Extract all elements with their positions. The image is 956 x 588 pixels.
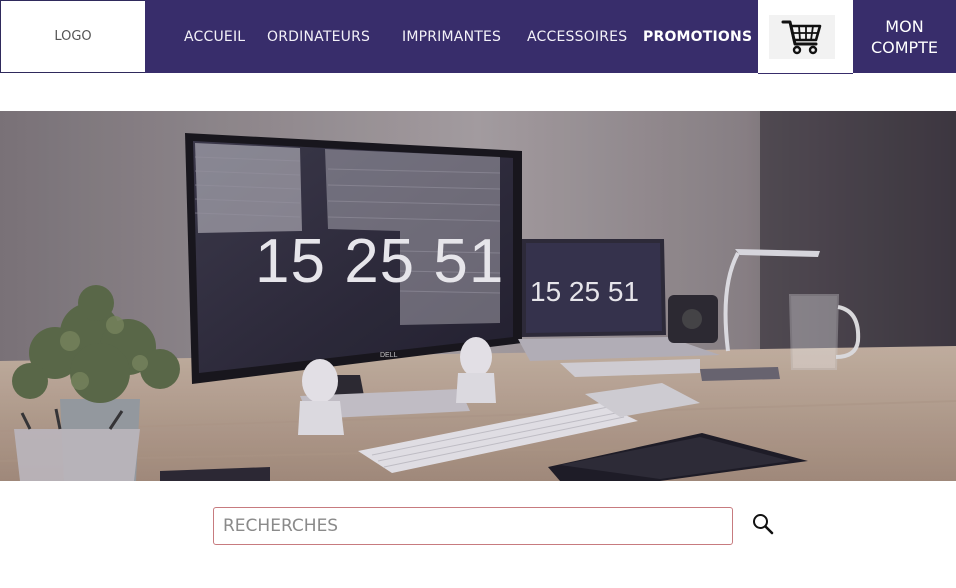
nav-item-accueil[interactable]: ACCUEIL <box>184 0 245 73</box>
search-box <box>213 507 733 545</box>
account-label-line1: MON <box>885 16 924 36</box>
search-icon <box>753 514 774 535</box>
search-button[interactable] <box>740 500 786 548</box>
hero-desk-image: 15 25 51 DELL 15 25 51 <box>0 111 956 481</box>
account-button[interactable]: MON COMPTE <box>853 0 956 73</box>
nav-item-promotions[interactable]: PROMOTIONS <box>643 0 752 73</box>
site-header: LOGO ACCUEIL ORDINATEURS IMPRIMANTES ACC… <box>0 0 956 74</box>
hero-banner: 15 25 51 DELL 15 25 51 <box>0 111 956 481</box>
nav-item-accessoires[interactable]: ACCESSOIRES <box>527 0 627 73</box>
search-input[interactable] <box>214 508 732 544</box>
main-nav: ACCUEIL ORDINATEURS IMPRIMANTES ACCESSOI… <box>145 0 758 73</box>
cart-button[interactable] <box>758 0 853 74</box>
shopping-cart-icon <box>781 20 822 55</box>
cart-icon-box <box>769 15 835 59</box>
nav-item-ordinateurs[interactable]: ORDINATEURS <box>267 0 370 73</box>
account-label-line2: COMPTE <box>870 37 939 57</box>
logo[interactable]: LOGO <box>0 0 146 73</box>
nav-item-imprimantes[interactable]: IMPRIMANTES <box>402 0 501 73</box>
logo-text: LOGO <box>54 29 92 44</box>
